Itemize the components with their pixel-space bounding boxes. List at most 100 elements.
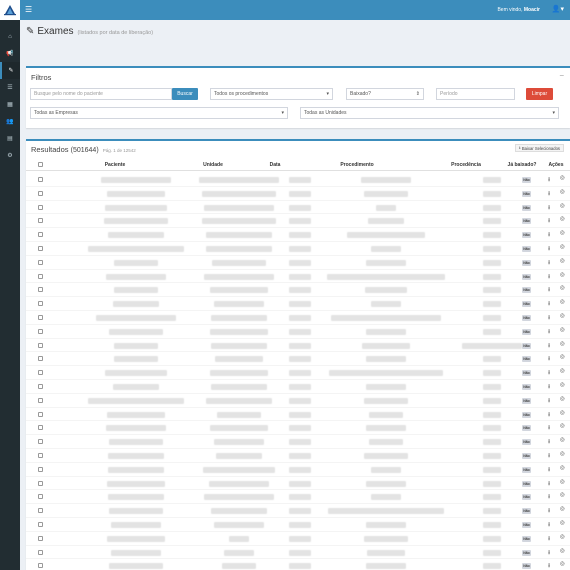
- table-row[interactable]: Não ⭳ ◎: [26, 559, 570, 570]
- view-icon[interactable]: ◎: [560, 258, 565, 264]
- download-icon[interactable]: ⭳: [548, 272, 550, 282]
- baixado-select[interactable]: Baixado? ⇕: [346, 88, 424, 100]
- sidebar-item-edit[interactable]: ✎: [0, 62, 20, 79]
- download-icon[interactable]: ⭳: [548, 423, 550, 433]
- row-checkbox[interactable]: [38, 522, 43, 527]
- download-icon[interactable]: ⭳: [548, 203, 550, 213]
- table-row[interactable]: Não ⭳ ◎: [26, 449, 570, 463]
- row-checkbox[interactable]: [38, 259, 43, 265]
- table-row[interactable]: Não ⭳ ◎: [26, 394, 570, 408]
- table-row[interactable]: Não ⭳ ◎: [26, 532, 570, 546]
- download-icon[interactable]: ⭳: [548, 244, 550, 254]
- sidebar-item-list[interactable]: ☰: [0, 79, 20, 96]
- view-icon[interactable]: ◎: [560, 216, 565, 222]
- view-icon[interactable]: ◎: [560, 506, 565, 512]
- download-icon[interactable]: ⭳: [548, 492, 550, 502]
- col-ja-baixado[interactable]: Já baixado?: [506, 162, 538, 168]
- table-row[interactable]: Não ⭳ ◎: [26, 352, 570, 367]
- table-row[interactable]: Não ⭳ ◎: [26, 228, 570, 242]
- view-icon[interactable]: ◎: [560, 341, 565, 347]
- select-all-checkbox[interactable]: [38, 162, 43, 167]
- view-icon[interactable]: ◎: [560, 313, 565, 319]
- view-icon[interactable]: ◎: [560, 423, 565, 429]
- row-checkbox[interactable]: [38, 549, 43, 555]
- table-row[interactable]: Não ⭳ ◎: [26, 297, 570, 311]
- view-icon[interactable]: ◎: [560, 230, 565, 236]
- view-icon[interactable]: ◎: [560, 561, 565, 567]
- row-checkbox[interactable]: [38, 425, 43, 431]
- sidebar-item-megaphone[interactable]: 📢: [0, 45, 20, 62]
- view-icon[interactable]: ◎: [560, 299, 565, 305]
- view-icon[interactable]: ◎: [560, 272, 565, 278]
- table-row[interactable]: Não ⭳ ◎: [26, 173, 570, 187]
- row-checkbox[interactable]: [38, 480, 43, 486]
- download-icon[interactable]: ⭳: [548, 341, 550, 351]
- download-selected-button[interactable]: ⭳ Baixar Selecionados: [515, 144, 564, 152]
- sidebar-item-calendar[interactable]: ▦: [0, 96, 20, 113]
- download-icon[interactable]: ⭳: [548, 354, 550, 364]
- row-checkbox[interactable]: [38, 190, 43, 196]
- table-row[interactable]: Não ⭳ ◎: [26, 325, 570, 339]
- row-checkbox[interactable]: [38, 384, 43, 389]
- clear-button[interactable]: Limpar: [526, 88, 553, 100]
- view-icon[interactable]: ◎: [560, 479, 565, 485]
- row-checkbox[interactable]: [38, 204, 43, 210]
- view-icon[interactable]: ◎: [560, 382, 565, 388]
- table-row[interactable]: Não ⭳ ◎: [26, 421, 570, 436]
- row-checkbox[interactable]: [38, 535, 43, 541]
- row-checkbox[interactable]: [38, 328, 43, 334]
- download-icon[interactable]: ⭳: [548, 410, 550, 420]
- view-icon[interactable]: ◎: [560, 368, 565, 374]
- download-icon[interactable]: ⭳: [548, 382, 550, 392]
- table-row[interactable]: Não ⭳ ◎: [26, 256, 570, 270]
- row-checkbox[interactable]: [38, 287, 43, 293]
- view-icon[interactable]: ◎: [560, 451, 565, 457]
- table-row[interactable]: Não ⭳ ◎: [26, 546, 570, 560]
- table-row[interactable]: Não ⭳ ◎: [26, 463, 570, 477]
- table-row[interactable]: Não ⭳ ◎: [26, 518, 570, 532]
- search-button[interactable]: Buscar: [172, 88, 198, 100]
- row-checkbox[interactable]: [38, 411, 43, 417]
- col-procedimento[interactable]: Procedimento: [332, 162, 382, 168]
- table-row[interactable]: Não ⭳ ◎: [26, 201, 570, 215]
- view-icon[interactable]: ◎: [560, 396, 565, 402]
- view-icon[interactable]: ◎: [560, 548, 565, 554]
- download-icon[interactable]: ⭳: [548, 506, 550, 516]
- download-icon[interactable]: ⭳: [548, 313, 550, 323]
- download-icon[interactable]: ⭳: [548, 561, 550, 570]
- download-icon[interactable]: ⭳: [548, 479, 550, 489]
- row-checkbox[interactable]: [38, 273, 43, 279]
- table-row[interactable]: Não ⭳ ◎: [26, 242, 570, 256]
- patient-search-input[interactable]: Busque pelo nome do paciente: [30, 88, 172, 100]
- user-icon[interactable]: 👤▾: [552, 5, 564, 13]
- download-icon[interactable]: ⭳: [548, 451, 550, 461]
- table-row[interactable]: Não ⭳ ◎: [26, 435, 570, 449]
- view-icon[interactable]: ◎: [560, 492, 565, 498]
- view-icon[interactable]: ◎: [560, 189, 565, 195]
- procedures-select[interactable]: Todos os procedimentos ▾: [210, 88, 333, 100]
- download-icon[interactable]: ⭳: [548, 437, 550, 447]
- units-select[interactable]: Todas as Unidades ▾: [300, 107, 559, 119]
- collapse-button[interactable]: −: [559, 71, 564, 80]
- row-checkbox[interactable]: [38, 342, 43, 348]
- download-icon[interactable]: ⭳: [548, 368, 550, 378]
- sidebar-item-cogs[interactable]: ⚙: [0, 147, 20, 164]
- table-row[interactable]: Não ⭳ ◎: [26, 270, 570, 284]
- view-icon[interactable]: ◎: [560, 175, 565, 181]
- download-icon[interactable]: ⭳: [548, 189, 550, 199]
- row-checkbox[interactable]: [38, 508, 43, 514]
- sidebar-item-users[interactable]: 👥: [0, 113, 20, 130]
- col-paciente[interactable]: Paciente: [90, 162, 140, 168]
- table-row[interactable]: Não ⭳ ◎: [26, 380, 570, 394]
- download-icon[interactable]: ⭳: [548, 534, 550, 544]
- row-checkbox[interactable]: [38, 494, 43, 500]
- row-checkbox[interactable]: [38, 301, 43, 307]
- row-checkbox[interactable]: [38, 177, 43, 182]
- bars-icon[interactable]: ☰: [25, 6, 32, 14]
- row-checkbox[interactable]: [38, 356, 43, 362]
- view-icon[interactable]: ◎: [560, 203, 565, 209]
- row-checkbox[interactable]: [38, 453, 43, 458]
- download-icon[interactable]: ⭳: [548, 465, 550, 475]
- download-icon[interactable]: ⭳: [548, 520, 550, 530]
- download-icon[interactable]: ⭳: [548, 230, 550, 240]
